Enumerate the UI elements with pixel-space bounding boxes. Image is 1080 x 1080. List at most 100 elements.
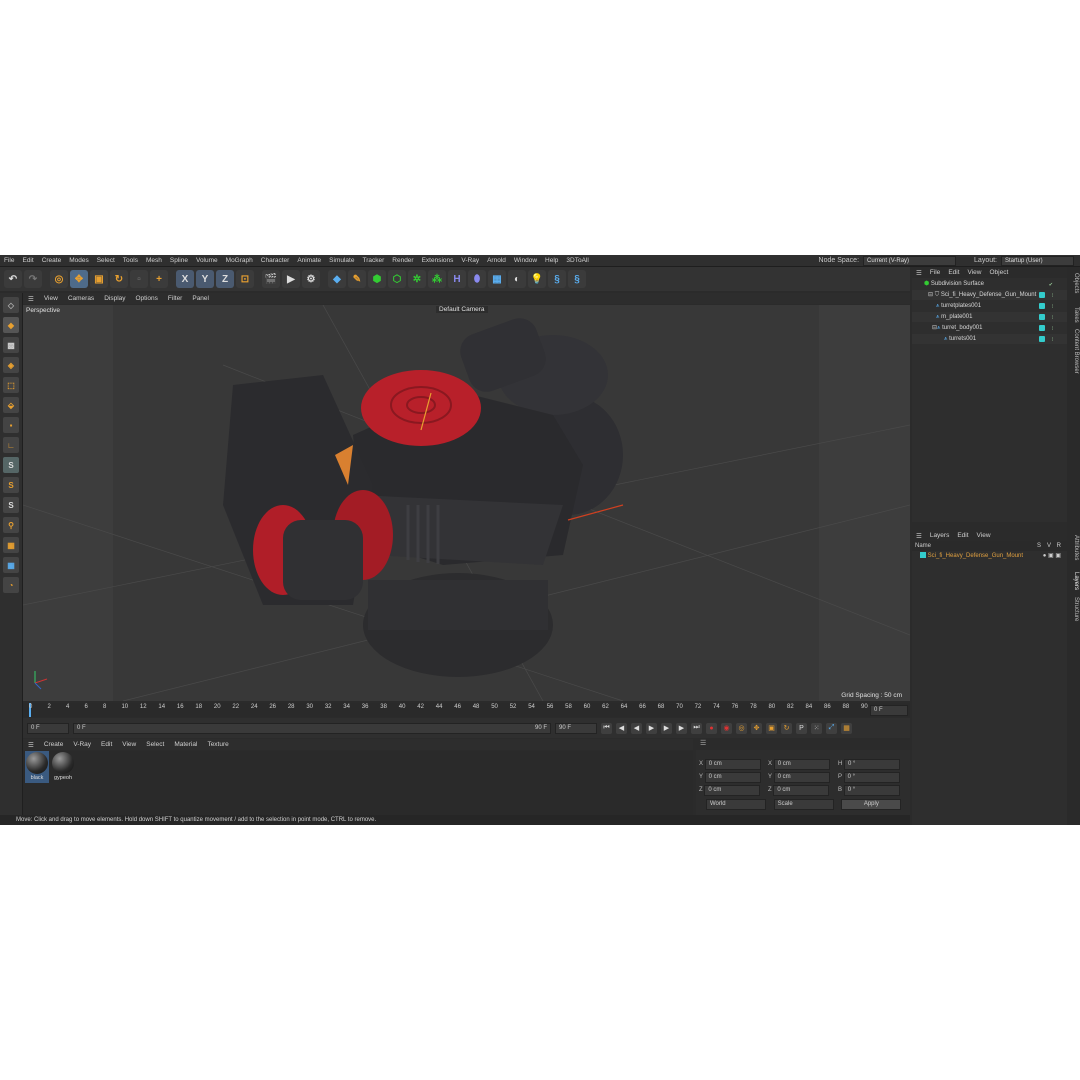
- next-key-icon[interactable]: ▶: [676, 722, 687, 734]
- x-axis-button[interactable]: X: [176, 270, 194, 288]
- menu-tracker[interactable]: Tracker: [358, 257, 388, 264]
- record-keys-icon[interactable]: ●: [706, 722, 717, 734]
- viewport-menu-icon[interactable]: ☰: [23, 295, 39, 303]
- material-menu-icon[interactable]: ☰: [23, 741, 39, 749]
- parameter-key-icon[interactable]: P: [796, 722, 807, 734]
- previous-key-icon[interactable]: ◀: [616, 722, 627, 734]
- material-menu-select[interactable]: Select: [141, 741, 169, 748]
- field-icon[interactable]: H: [448, 270, 466, 288]
- edges-mode-icon[interactable]: ⬙: [3, 397, 19, 413]
- material-menu-v-ray[interactable]: V-Ray: [68, 741, 96, 748]
- menu-help[interactable]: Help: [541, 257, 562, 264]
- viewport-name[interactable]: Perspective: [26, 307, 60, 314]
- menu-create[interactable]: Create: [38, 257, 66, 264]
- snap-icon[interactable]: S: [3, 457, 19, 473]
- menu-simulate[interactable]: Simulate: [325, 257, 358, 264]
- coordinate-system-icon[interactable]: ⊡: [236, 270, 254, 288]
- rotate-icon[interactable]: ↻: [110, 270, 128, 288]
- workplane-icon[interactable]: ◈: [3, 357, 19, 373]
- layer-menu-edit[interactable]: Edit: [953, 532, 972, 539]
- deformer-icon[interactable]: ⁂: [428, 270, 446, 288]
- lock-workplane-icon[interactable]: ▦: [3, 537, 19, 553]
- next-frame-icon[interactable]: ▶: [661, 722, 672, 734]
- menu-select[interactable]: Select: [93, 257, 119, 264]
- timeline-window-icon[interactable]: ⤢: [826, 722, 837, 734]
- tab-takes[interactable]: Takes: [1068, 307, 1079, 323]
- current-frame-field[interactable]: 0 F: [870, 705, 908, 716]
- live-selection-icon[interactable]: ◎: [50, 270, 68, 288]
- layer-menu-icon[interactable]: ☰: [912, 532, 926, 540]
- material-swatch[interactable]: gypeoh: [51, 751, 75, 783]
- material-menu-view[interactable]: View: [117, 741, 141, 748]
- object-menu-icon[interactable]: ☰: [912, 269, 926, 277]
- cloner-icon[interactable]: ✲: [408, 270, 426, 288]
- go-to-end-icon[interactable]: ⏭: [691, 722, 702, 734]
- object-menu-file[interactable]: File: [926, 269, 944, 276]
- light-icon[interactable]: 💡: [528, 270, 546, 288]
- redo-icon[interactable]: ↷: [24, 270, 42, 288]
- cube-icon[interactable]: ◆: [328, 270, 346, 288]
- size-mode-dropdown[interactable]: Scale: [773, 799, 834, 810]
- start-frame-field[interactable]: 0 F: [27, 722, 69, 734]
- polygons-mode-icon[interactable]: ▪: [3, 417, 19, 433]
- object-row[interactable]: ⩚ m_plate001 ⁞: [912, 312, 1067, 322]
- material-menu-texture[interactable]: Texture: [202, 741, 233, 748]
- pen-icon[interactable]: ✎: [348, 270, 366, 288]
- object-menu-object[interactable]: Object: [986, 269, 1013, 276]
- material-menu-create[interactable]: Create: [39, 741, 69, 748]
- object-row[interactable]: ⬢ Subdivision Surface ✔: [912, 279, 1067, 289]
- size-z-field[interactable]: 0 cm: [773, 785, 830, 796]
- object-menu-view[interactable]: View: [964, 269, 986, 276]
- render-view-icon[interactable]: 🎬: [262, 270, 280, 288]
- menu-spline[interactable]: Spline: [166, 257, 192, 264]
- point-level-icon[interactable]: ⁙: [811, 722, 822, 734]
- menu-extensions[interactable]: Extensions: [418, 257, 458, 264]
- keyframe-selection-icon[interactable]: ◎: [736, 722, 747, 734]
- film-icon[interactable]: ▦: [841, 722, 852, 734]
- viewport-menu-view[interactable]: View: [39, 295, 63, 302]
- menu-character[interactable]: Character: [257, 257, 294, 264]
- layer-toggles[interactable]: ● ▣ ▣: [1043, 551, 1061, 561]
- play-icon[interactable]: ▶: [646, 722, 657, 734]
- python-icon[interactable]: §: [548, 270, 566, 288]
- size-x-field[interactable]: 0 cm: [773, 759, 830, 770]
- size-y-field[interactable]: 0 cm: [773, 772, 830, 783]
- scene-icon[interactable]: ⬮: [468, 270, 486, 288]
- object-row[interactable]: ⊟ ⛉ Sci_fi_Heavy_Defense_Gun_Mount ⁞: [912, 290, 1067, 300]
- scale-key-icon[interactable]: ▣: [766, 722, 777, 734]
- rot-b-field[interactable]: 0 °: [843, 785, 900, 796]
- render-settings-icon[interactable]: ⚙: [302, 270, 320, 288]
- camera-label[interactable]: Default Camera: [436, 306, 488, 313]
- pos-y-field[interactable]: 0 cm: [704, 772, 761, 783]
- floor-icon[interactable]: ▦: [488, 270, 506, 288]
- autokey-icon[interactable]: ◉: [721, 722, 732, 734]
- tab-content-browser[interactable]: Content Browser: [1068, 329, 1079, 374]
- tab-layers[interactable]: Layers: [1068, 572, 1079, 590]
- menu-v-ray[interactable]: V-Ray: [457, 257, 483, 264]
- node-space-dropdown[interactable]: Current (V-Ray): [863, 255, 957, 266]
- coordinate-mode-dropdown[interactable]: World: [706, 799, 766, 810]
- axis-mode-icon[interactable]: ∟: [3, 437, 19, 453]
- extrude-icon[interactable]: ⬡: [388, 270, 406, 288]
- make-editable-icon[interactable]: ◇: [3, 297, 19, 313]
- undo-icon[interactable]: ↶: [4, 270, 22, 288]
- end-frame-field[interactable]: 90 F: [555, 722, 597, 734]
- viewport-menu-options[interactable]: Options: [131, 295, 163, 302]
- viewport-menu-display[interactable]: Display: [99, 295, 130, 302]
- quantize-icon[interactable]: S: [3, 497, 19, 513]
- points-mode-icon[interactable]: ⬚: [3, 377, 19, 393]
- viewport-menu-cameras[interactable]: Cameras: [63, 295, 99, 302]
- object-row[interactable]: ⊟⩚ turret_body001 ⁞: [912, 323, 1067, 333]
- frame-range-slider[interactable]: 0 F 90 F: [73, 722, 551, 734]
- menu-arnold[interactable]: Arnold: [483, 257, 510, 264]
- menu-volume[interactable]: Volume: [192, 257, 222, 264]
- tab-structure[interactable]: Structure: [1068, 597, 1079, 621]
- menu-modes[interactable]: Modes: [65, 257, 93, 264]
- rot-p-field[interactable]: 0 °: [843, 772, 900, 783]
- tab-attributes[interactable]: Attributes: [1068, 535, 1079, 560]
- python-script-icon[interactable]: §: [568, 270, 586, 288]
- position-key-icon[interactable]: ✥: [751, 722, 762, 734]
- z-axis-button[interactable]: Z: [216, 270, 234, 288]
- layer-menu-view[interactable]: View: [973, 532, 995, 539]
- subdivision-icon[interactable]: ⬢: [368, 270, 386, 288]
